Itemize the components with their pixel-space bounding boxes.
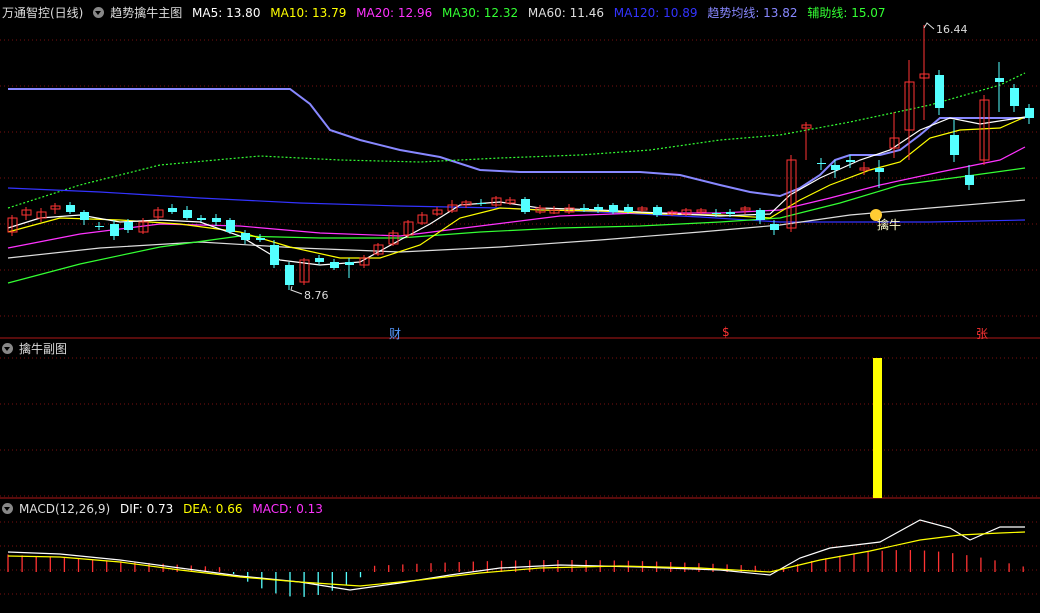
candle-body-down (580, 208, 589, 210)
macd-dropdown-icon[interactable] (2, 503, 13, 514)
main-indicator-name[interactable]: 趋势擒牛主图 (110, 6, 182, 20)
aux-line (7, 72, 1026, 209)
candle-body-down (95, 226, 104, 227)
sub-panel-header: 擒牛副图 (2, 340, 73, 358)
candle-body-down (168, 208, 177, 212)
low-pointer (290, 285, 303, 295)
signal-label: 擒牛 (877, 218, 902, 232)
sub-panel-title[interactable]: 擒牛副图 (19, 342, 67, 356)
aux-line-label: 辅助线: 15.07 (807, 6, 886, 20)
candle-body-down (330, 262, 339, 268)
candle-body-down (624, 207, 633, 212)
candle-body-down (831, 165, 840, 170)
candle-body-down (66, 205, 75, 212)
candle-body-down (521, 199, 530, 212)
indicator-dropdown-icon[interactable] (93, 7, 105, 18)
ma10-label: MA10: 13.79 (270, 6, 347, 20)
candle-body-down (345, 262, 354, 265)
candle-body-down (183, 210, 192, 218)
trend-line-label: 趋势均线: 13.82 (707, 6, 798, 20)
candle-body-down (241, 233, 250, 240)
candle-body-down (653, 207, 662, 215)
candle-body-down (609, 205, 618, 212)
event-marker-rise[interactable]: 张 (976, 325, 988, 342)
sub-indicator-dropdown-icon[interactable] (2, 343, 13, 354)
high-pointer (923, 22, 935, 30)
macd-panel-header: MACD(12,26,9) DIF: 0.73 DEA: 0.66 MACD: … (2, 500, 329, 518)
ma30-label: MA30: 12.32 (442, 6, 519, 20)
dea-label: DEA: 0.66 (183, 502, 243, 516)
chart-canvas[interactable] (0, 0, 1040, 613)
signal-bar (873, 358, 882, 498)
candle-body-down (846, 160, 855, 162)
dif-line (7, 519, 1025, 591)
candle-body-down (756, 210, 765, 220)
main-panel-header: 万通智控(日线) 趋势擒牛主图 MA5: 13.80 MA10: 13.79 M… (2, 4, 892, 22)
dif-label: DIF: 0.73 (119, 502, 174, 516)
ma20-label: MA20: 12.96 (356, 6, 433, 20)
candle-body-down (712, 213, 721, 214)
trend-line (8, 88, 1025, 198)
macd-value-label: MACD: 0.13 (252, 502, 323, 516)
candle-body-down (817, 163, 826, 164)
candle-body-down (935, 75, 944, 108)
candle-body-down (197, 218, 206, 220)
candle-body-down (770, 224, 779, 230)
candle-body-down (477, 203, 486, 204)
candle-body-down (256, 238, 265, 240)
candle-body-down (594, 207, 603, 210)
ma60-label: MA60: 11.46 (527, 6, 604, 20)
macd-title[interactable]: MACD(12,26,9) (19, 502, 110, 516)
ma5-label: MA5: 13.80 (192, 6, 261, 20)
event-marker-finance[interactable]: 财 (389, 325, 401, 342)
stock-title: 万通智控(日线) (2, 6, 84, 20)
candle-body-down (270, 245, 279, 265)
candle-body-down (80, 212, 89, 220)
candle-body-down (315, 258, 324, 262)
low-price-label: 8.76 (304, 289, 329, 302)
candle-body-down (726, 212, 735, 214)
ma20-line (7, 146, 1026, 249)
dea-line (7, 531, 1026, 587)
candle-body-down (950, 135, 959, 155)
ma120-label: MA120: 10.89 (613, 6, 698, 20)
ma30-line (7, 167, 1026, 284)
candle-body-down (285, 265, 294, 285)
candle-body-down (124, 222, 133, 230)
candle-body-down (995, 78, 1004, 82)
event-marker-dollar[interactable]: $ (722, 325, 730, 339)
candle-body-down (875, 168, 884, 172)
candle-body-down (1010, 88, 1019, 106)
high-price-label: 16.44 (936, 23, 968, 36)
candle-body-down (965, 175, 974, 185)
candle-body-down (226, 220, 235, 232)
candle-body-down (110, 224, 119, 236)
candle-body-down (212, 218, 221, 222)
candle-body-down (1025, 108, 1034, 118)
ma5-line (7, 116, 1026, 266)
